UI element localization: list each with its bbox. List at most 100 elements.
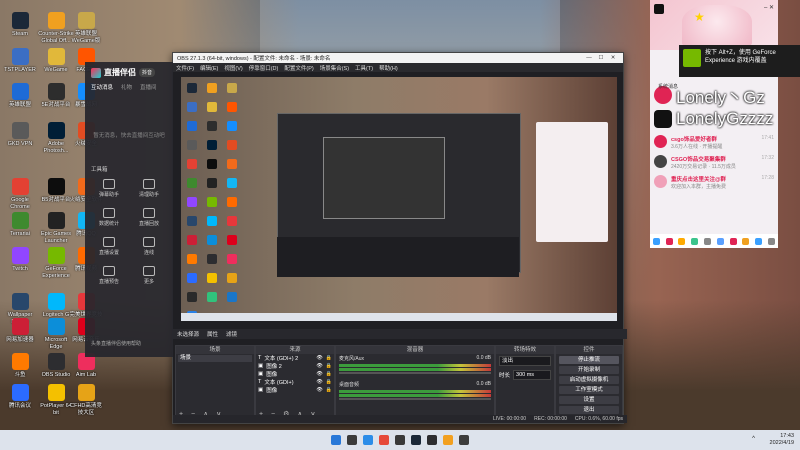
taskbar-app-icon[interactable] <box>363 435 373 445</box>
chat-tool-icon[interactable] <box>768 237 776 245</box>
desktop-app-icon[interactable]: GKD VPN <box>2 122 38 148</box>
chat-message[interactable]: CSGO饰品交易聚集群 2420万交易记录 · 11.5万成员 17:32 <box>654 155 774 170</box>
minimize-icon[interactable]: — <box>583 55 595 61</box>
menu-item[interactable]: 帮助(H) <box>379 64 398 72</box>
tool-item[interactable]: 弹幕助手 <box>91 179 127 198</box>
filters-button[interactable]: 滤镜 <box>226 330 237 338</box>
lock-icon[interactable]: 🔒 <box>326 355 332 361</box>
tool-item[interactable]: 清理助手 <box>131 179 167 198</box>
maximize-icon[interactable]: ☐ <box>595 55 607 61</box>
tab-gifts[interactable]: 礼物 <box>121 83 132 91</box>
properties-button[interactable]: 属性 <box>207 330 218 338</box>
scene-item[interactable]: 场景 <box>178 355 252 362</box>
lock-icon[interactable]: 🔒 <box>326 387 332 393</box>
chat-tool-icon[interactable] <box>716 237 724 245</box>
taskbar-app-icon[interactable] <box>379 435 389 445</box>
chat-message[interactable]: csgo饰品爱好者群 3.6万人在线 · 开播提醒 17:41 <box>654 135 774 150</box>
menu-item[interactable]: 视图(V) <box>224 64 242 72</box>
chat-message[interactable]: 重庆点击这里关注@群 欢迎加入本群，主播免费 17:28 <box>654 175 774 190</box>
taskbar-app-icon[interactable] <box>443 435 453 445</box>
taskbar-app-icon[interactable] <box>459 435 469 445</box>
volume-slider[interactable] <box>339 372 491 374</box>
start-icon[interactable] <box>331 435 341 445</box>
settings-button[interactable]: 设置 <box>559 396 619 404</box>
desktop-app-icon[interactable]: 斗鱼 <box>2 353 38 379</box>
chat-tool-icon[interactable] <box>665 237 673 245</box>
brand-name-2: LonelyGzzzz <box>676 109 774 128</box>
source-item[interactable]: T 文本 (GDI+) 2 👁 🔒 <box>256 354 334 362</box>
menu-item[interactable]: 场景集合(S) <box>320 64 349 72</box>
desktop-app-icon[interactable]: Steam <box>2 12 38 38</box>
help-link[interactable]: 头条直播伴侣使用帮助 <box>91 340 141 347</box>
chat-tool-icon[interactable] <box>652 237 660 245</box>
lock-icon[interactable]: 🔒 <box>326 371 332 377</box>
tool-icon <box>143 237 155 247</box>
menu-item[interactable]: 文件(F) <box>176 64 194 72</box>
window-controls-icon[interactable]: – ✕ <box>764 4 774 11</box>
tool-item[interactable]: 更多 <box>131 266 167 285</box>
desktop-app-icon[interactable]: Google Chrome <box>2 178 38 210</box>
image-source-icon: ▣ <box>258 371 264 377</box>
stop-streaming-button[interactable]: 停止推流 <box>559 356 619 364</box>
obs-titlebar[interactable]: OBS 27.1.3 (64-bit, windows) - 配置文件: 未命名… <box>173 53 623 63</box>
obs-preview[interactable] <box>181 77 617 321</box>
avatar <box>654 155 667 168</box>
visibility-icon[interactable]: 👁 <box>316 363 322 369</box>
chat-tool-icon[interactable] <box>678 237 686 245</box>
exit-button[interactable]: 退出 <box>559 406 619 414</box>
desktop-app-icon[interactable]: 腾讯会议 <box>2 384 38 410</box>
taskbar-app-icon[interactable] <box>427 435 437 445</box>
clock-time: 17:43 <box>780 433 794 439</box>
source-item[interactable]: T 文本 (GDI+) 👁 🔒 <box>256 378 334 386</box>
tool-item[interactable]: 直播设置 <box>91 237 127 256</box>
desktop-app-icon[interactable]: Terrariai <box>2 212 38 238</box>
chat-tool-icon[interactable] <box>742 237 750 245</box>
taskbar-app-icon[interactable] <box>347 435 357 445</box>
visibility-icon[interactable]: 👁 <box>316 387 322 393</box>
tool-item[interactable]: 直播回放 <box>131 208 167 227</box>
visibility-icon[interactable]: 👁 <box>316 379 322 385</box>
tray-chevron-icon[interactable]: ^ <box>752 436 755 442</box>
tool-item[interactable]: 数据统计 <box>91 208 127 227</box>
volume-slider[interactable] <box>339 398 491 400</box>
chat-tool-icon[interactable] <box>755 237 763 245</box>
start-recording-button[interactable]: 开始录制 <box>559 366 619 374</box>
tab-room[interactable]: 直播间 <box>140 83 157 91</box>
studio-mode-button[interactable]: 工作室模式 <box>559 386 619 394</box>
desktop-app-icon[interactable]: TSTPLAYER <box>2 48 38 74</box>
menu-item[interactable]: 编辑(E) <box>200 64 218 72</box>
taskbar-app-icon[interactable] <box>411 435 421 445</box>
desktop-app-icon[interactable]: 英雄联盟 WeGame版 <box>68 12 104 44</box>
visibility-icon[interactable]: 👁 <box>316 371 322 377</box>
desktop-app-icon[interactable]: Twitch <box>2 247 38 273</box>
chat-text: 2420万交易记录 · 11.5万成员 <box>671 164 736 170</box>
menu-item[interactable]: 工具(T) <box>355 64 373 72</box>
chat-tool-icon[interactable] <box>704 237 712 245</box>
lock-icon[interactable]: 🔒 <box>326 363 332 369</box>
virtual-camera-button[interactable]: 启动虚拟摄像机 <box>559 376 619 384</box>
chat-tool-icon[interactable] <box>729 237 737 245</box>
clock[interactable]: 17:43 2022/4/19 <box>770 433 794 447</box>
tab-messages[interactable]: 互动消息 <box>91 83 113 91</box>
nvidia-overlay-toast[interactable]: 按下 Alt+Z，使用 GeForce Experience 游戏内覆盖 <box>679 45 800 77</box>
visibility-icon[interactable]: 👁 <box>316 355 322 361</box>
taskbar-app-icon[interactable] <box>395 435 405 445</box>
desktop-app-icon[interactable]: CFHD高清竞 技大区 <box>68 384 104 416</box>
source-item[interactable]: ▣ 图像 👁 🔒 <box>256 386 334 394</box>
desktop-app-icon[interactable]: 网易加速器 <box>2 318 38 344</box>
menu-item[interactable]: 停靠窗口(D) <box>249 64 279 72</box>
menu-item[interactable]: 配置文件(P) <box>284 64 313 72</box>
desktop-app-icon[interactable]: 英雄联盟 <box>2 83 38 109</box>
transition-select[interactable]: 淡出 <box>499 356 551 366</box>
source-item[interactable]: ▣ 图像 👁 🔒 <box>256 370 334 378</box>
obs-window[interactable]: OBS 27.1.3 (64-bit, windows) - 配置文件: 未命名… <box>172 52 627 424</box>
close-icon[interactable]: ✕ <box>607 55 619 61</box>
tool-item[interactable]: 连线 <box>131 237 167 256</box>
mixer-channel: 麦克风/Aux 0.0 dB <box>336 354 494 363</box>
tool-item[interactable]: 直播预告 <box>91 266 127 285</box>
platform-pill[interactable]: 抖音 <box>139 68 156 77</box>
duration-field[interactable]: 300 ms <box>513 370 551 380</box>
chat-tool-icon[interactable] <box>691 237 699 245</box>
lock-icon[interactable]: 🔒 <box>326 379 332 385</box>
source-item[interactable]: ▣ 图像 2 👁 🔒 <box>256 362 334 370</box>
